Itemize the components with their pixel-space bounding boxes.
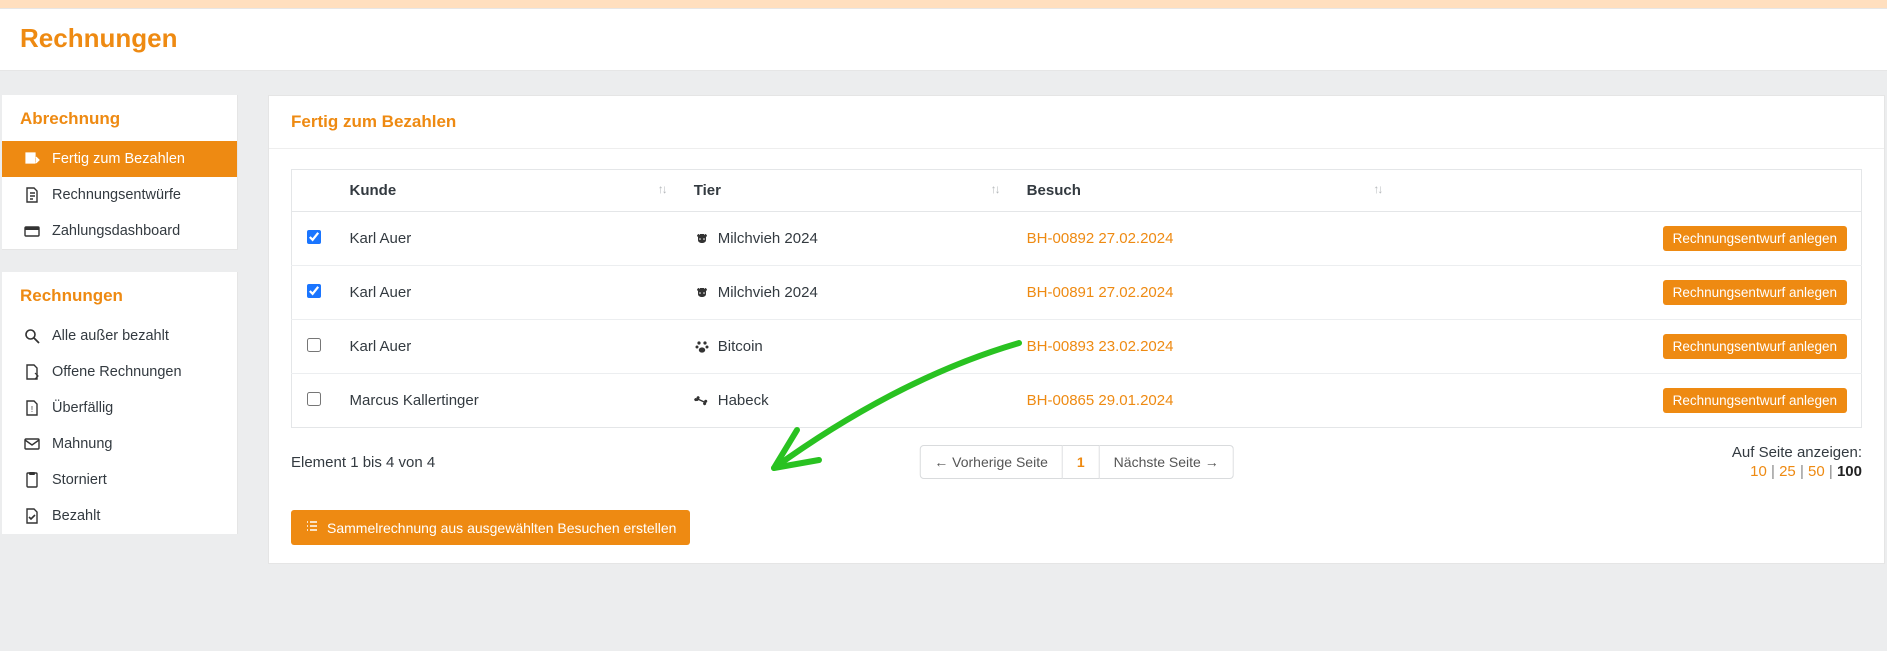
bulk-button-label: Sammelrechnung aus ausgewählten Besuchen… [327,520,676,536]
visit-link[interactable]: BH-00865 29.01.2024 [1027,392,1174,409]
cow-icon [694,231,710,247]
pager-next-button[interactable]: Nächste Seite → [1100,445,1234,479]
cell-besuch: BH-00891 27.02.2024 [1013,266,1396,320]
cell-kunde: Karl Auer [336,320,680,374]
visit-link[interactable]: BH-00891 27.02.2024 [1027,284,1174,301]
table-row: Karl AuerMilchvieh 2024 BH-00892 27.02.20… [292,212,1862,266]
sidebar-item-zahlungsdashboard[interactable]: Zahlungsdashboard [2,213,237,249]
sidebar-item-storniert[interactable]: Storniert [2,462,237,498]
main-panel: Fertig zum Bezahlen Kunde ↑↓ Tier ↑↓ [268,95,1885,564]
sidebar-group-title: Abrechnung [2,95,237,141]
create-draft-button[interactable]: Rechnungsentwurf anlegen [1663,226,1847,251]
sidebar-item-label: Zahlungsdashboard [52,223,180,239]
row-checkbox[interactable] [307,392,321,406]
page-size-10[interactable]: 10 [1750,463,1767,480]
cell-tier: Milchvieh 2024 [680,212,1013,266]
col-kunde-label: Kunde [350,182,397,199]
sidebar-item-label: Fertig zum Bezahlen [52,151,185,167]
create-draft-button[interactable]: Rechnungsentwurf anlegen [1663,388,1847,413]
sidebar-item-label: Bezahlt [52,508,100,524]
reminder-icon [24,436,40,452]
page-header: Rechnungen [0,8,1887,71]
page-size-50[interactable]: 50 [1808,463,1825,480]
sidebar-item-label: Alle außer bezahlt [52,328,169,344]
sidebar-item-label: Mahnung [52,436,112,452]
sidebar-item-bezahlt[interactable]: Bezahlt [2,498,237,534]
col-select [292,170,336,212]
page-size-label: Auf Seite anzeigen: [1732,444,1862,461]
sidebar-item-alle-ausser-bezahlt[interactable]: Alle außer bezahlt [2,318,237,354]
visit-link[interactable]: BH-00892 27.02.2024 [1027,230,1174,247]
paid-icon [24,508,40,524]
sidebar-item-ueberfaellig[interactable]: ! Überfällig [2,390,237,426]
cell-kunde: Karl Auer [336,212,680,266]
sidebar-group-abrechnung: Abrechnung Fertig zum Bezahlen Rechnungs… [2,95,238,250]
cell-tier: Bitcoin [680,320,1013,374]
col-besuch-label: Besuch [1027,182,1081,199]
list-icon [305,519,319,536]
sidebar-item-label: Rechnungsentwürfe [52,187,181,203]
sort-icon: ↑↓ [1373,182,1381,196]
cell-kunde: Marcus Kallertinger [336,374,680,428]
sidebar-group-rechnungen: Rechnungen Alle außer bezahlt Offene Rec… [2,272,238,534]
sidebar-group-title: Rechnungen [2,272,237,318]
cow-icon [694,285,710,301]
overdue-icon: ! [24,400,40,416]
pager-page-1-button[interactable]: 1 [1063,445,1100,479]
paw-icon [694,339,710,355]
table-row: Karl AuerBitcoin BH-00893 23.02.2024 Rechn… [292,320,1862,374]
table-row: Karl AuerMilchvieh 2024 BH-00891 27.02.20… [292,266,1862,320]
sidebar: Abrechnung Fertig zum Bezahlen Rechnungs… [0,95,238,564]
create-draft-button[interactable]: Rechnungsentwurf anlegen [1663,280,1847,305]
col-besuch[interactable]: Besuch ↑↓ [1013,170,1396,212]
sidebar-item-label: Offene Rechnungen [52,364,182,380]
draft-icon [24,187,40,203]
col-kunde[interactable]: Kunde ↑↓ [336,170,680,212]
pager: ← Vorherige Seite 1 Nächste Seite → [919,445,1233,479]
sidebar-item-label: Storniert [52,472,107,488]
visits-table: Kunde ↑↓ Tier ↑↓ Besuch ↑↓ [291,169,1862,428]
element-count: Element 1 bis 4 von 4 [291,454,435,471]
cell-tier: Milchvieh 2024 [680,266,1013,320]
open-invoice-icon [24,364,40,380]
sidebar-item-rechnungsentwuerfe[interactable]: Rechnungsentwürfe [2,177,237,213]
row-checkbox[interactable] [307,284,321,298]
row-checkbox[interactable] [307,338,321,352]
invoice-ready-icon [24,151,40,167]
visit-link[interactable]: BH-00893 23.02.2024 [1027,338,1174,355]
sidebar-item-offene-rechnungen[interactable]: Offene Rechnungen [2,354,237,390]
cell-tier: Habeck [680,374,1013,428]
col-tier-label: Tier [694,182,721,199]
svg-text:!: ! [31,405,33,414]
cell-besuch: BH-00893 23.02.2024 [1013,320,1396,374]
page-title: Rechnungen [20,23,1867,54]
bone-icon [694,393,710,409]
cancelled-icon [24,472,40,488]
cell-besuch: BH-00865 29.01.2024 [1013,374,1396,428]
sidebar-item-label: Überfällig [52,400,113,416]
panel-title: Fertig zum Bezahlen [269,96,1884,149]
search-icon [24,328,40,344]
page-size-25[interactable]: 25 [1779,463,1796,480]
row-checkbox[interactable] [307,230,321,244]
sidebar-item-mahnung[interactable]: Mahnung [2,426,237,462]
bulk-create-invoice-button[interactable]: Sammelrechnung aus ausgewählten Besuchen… [291,510,690,545]
cell-kunde: Karl Auer [336,266,680,320]
sort-icon: ↑↓ [658,182,666,196]
dashboard-icon [24,223,40,239]
sidebar-item-fertig-zum-bezahlen[interactable]: Fertig zum Bezahlen [2,141,237,177]
col-tier[interactable]: Tier ↑↓ [680,170,1013,212]
top-accent-bar [0,0,1887,8]
create-draft-button[interactable]: Rechnungsentwurf anlegen [1663,334,1847,359]
table-row: Marcus KallertingerHabeck BH-00865 29.01.… [292,374,1862,428]
cell-besuch: BH-00892 27.02.2024 [1013,212,1396,266]
pager-prev-button[interactable]: ← Vorherige Seite [919,445,1063,479]
page-size: Auf Seite anzeigen: 10 | 25 | 50 | 100 [1732,444,1862,480]
col-actions [1395,170,1861,212]
sort-icon: ↑↓ [991,182,999,196]
pager-row: Element 1 bis 4 von 4 ← Vorherige Seite … [269,428,1884,480]
page-size-100[interactable]: 100 [1837,463,1862,480]
